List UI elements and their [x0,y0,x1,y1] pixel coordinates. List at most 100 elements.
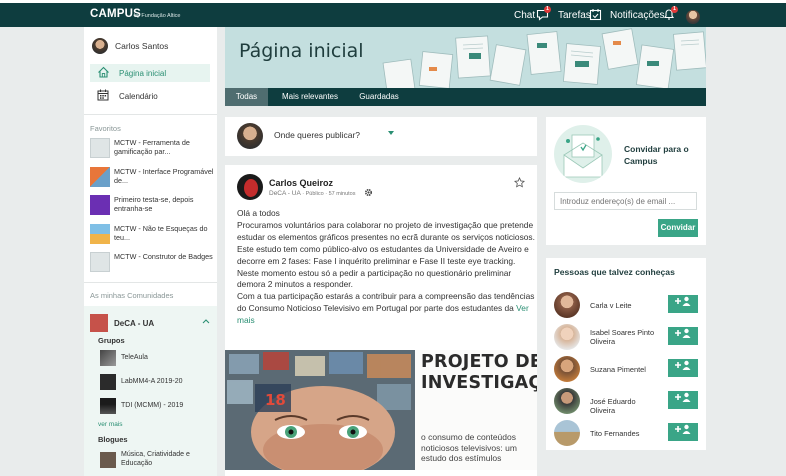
image-number: 18 [265,391,286,409]
poster-title: PROJETO DE INVESTIGAÇÃO [421,352,537,393]
post-author-name[interactable]: Carlos Queiroz [269,178,333,188]
sidebar-user-name: Carlos Santos [115,41,169,51]
chevron-up-icon[interactable] [202,317,210,326]
invite-button[interactable]: Convidar [658,219,698,237]
avatar[interactable] [554,388,580,414]
publish-target-select[interactable]: Onde queres publicar? [274,130,360,140]
group-thumbnail [100,374,116,390]
home-icon [96,66,110,81]
avatar[interactable] [554,420,580,446]
top-bar: CAMPUS by Fundação Altice Chat 1 Tarefas… [0,3,786,27]
blogs-heading: Blogues [98,435,128,444]
avatar[interactable] [554,292,580,318]
group-item[interactable]: TDI (MCMM) - 2019 [100,398,183,414]
post-meta: DeCA - UA · Público · 57 minutos [269,190,356,197]
divider [84,282,217,283]
favorite-thumbnail [90,252,110,272]
add-user-icon [675,392,691,402]
blog-thumbnail [100,451,116,468]
chevron-down-icon[interactable] [388,131,394,135]
person-name[interactable]: José Eduardo Oliveira [590,397,662,415]
add-friend-button[interactable] [668,295,698,313]
avatar [92,38,108,54]
chat-link[interactable]: Chat [514,10,535,21]
favorite-label: MCTW - Não te Esqueças do teu... [114,224,208,242]
tasks-link[interactable]: Tarefas [558,10,591,21]
invite-illustration [554,125,612,183]
add-user-icon [675,328,691,338]
gear-icon[interactable] [364,188,373,199]
poster-subtitle: o consumo de conteúdos noticiosos televi… [421,432,517,463]
person-name[interactable]: Tito Fernandes [590,429,662,438]
sidebar-item-calendar[interactable]: Calendário [90,87,210,105]
community-name: DeCA - UA [114,318,155,328]
person-name[interactable]: Isabel Soares Pinto Oliveira [590,328,662,346]
add-friend-button[interactable] [668,327,698,345]
sidebar-user[interactable]: Carlos Santos [92,38,168,54]
add-friend-button[interactable] [668,391,698,409]
community-item[interactable]: DeCA - UA [90,314,212,332]
add-friend-button[interactable] [668,359,698,377]
favorite-thumbnail [90,167,110,187]
group-item[interactable]: TeleAula [100,350,148,366]
person-suggestion: Carla v Leite [554,292,698,318]
favorites-heading: Favoritos [90,124,121,133]
invite-title: Convidar para o Campus [624,144,689,166]
post-greeting: Olá a todos [237,208,280,218]
favorite-item[interactable]: MCTW - Construtor de Badges [90,252,214,272]
groups-heading: Grupos [98,336,125,345]
invite-card: Convidar para o Campus Convidar [546,117,706,245]
tab-saved[interactable]: Guardadas [351,88,407,106]
post-card: Carlos Queiroz DeCA - UA · Público · 57 … [225,165,537,476]
tasks-icon[interactable] [589,8,602,21]
tab-all[interactable]: Todas [225,88,268,106]
post-time: 57 minutos [328,191,356,197]
favorite-thumbnail [90,138,110,158]
see-more-groups-link[interactable]: ver mais [98,421,123,428]
sidebar-item-home[interactable]: Página inicial [90,64,210,82]
add-user-icon [675,296,691,306]
post-text-continued: Com a tua participação estarás a contrib… [237,291,535,314]
blog-item[interactable]: Música, Criatividade e Educação [100,451,211,468]
person-name[interactable]: Suzana Pimentel [590,365,662,374]
favorite-label: MCTW - Ferramenta de gamificação par... [114,138,190,156]
favorite-item[interactable]: MCTW - Ferramenta de gamificação par... [90,138,214,158]
communities-heading: As minhas Comunidades [90,291,174,300]
post-image[interactable]: 18 PROJETO DE INVESTIGAÇÃO o consumo de … [225,350,537,470]
add-user-icon [675,424,691,434]
add-user-icon [675,360,691,370]
email-field[interactable] [554,192,697,210]
post-body: Olá a todos Procuramos voluntários para … [237,208,535,327]
sidebar-item-label: Página inicial [119,68,167,78]
person-suggestion: Isabel Soares Pinto Oliveira [554,324,698,350]
calendar-icon [96,89,110,104]
add-friend-button[interactable] [668,423,698,441]
post-community[interactable]: DeCA - UA [269,190,300,197]
person-suggestion: José Eduardo Oliveira [554,388,698,415]
avatar[interactable] [554,356,580,382]
avatar[interactable] [554,324,580,350]
favorite-item[interactable]: MCTW - Interface Programável de... [90,167,214,187]
brand-subtitle: by Fundação Altice [134,13,181,19]
favorite-item[interactable]: Primeiro testa-se, depois entranha-se [90,195,214,215]
group-label: TeleAula [121,353,148,361]
campus-page: CAMPUS by Fundação Altice Chat 1 Tarefas… [0,0,786,476]
person-name[interactable]: Carla v Leite [590,301,662,310]
blog-label: Música, Criatividade e Educação [121,451,190,467]
user-avatar[interactable] [686,10,700,24]
publish-box: Onde queres publicar? [225,117,537,156]
group-item[interactable]: LabMM4-A 2019-20 [100,374,182,390]
tab-most-relevant[interactable]: Mais relevantes [277,88,343,106]
left-sidebar: Carlos Santos Página inicial Calendário … [84,27,217,476]
group-thumbnail [100,350,116,366]
favorite-item[interactable]: MCTW - Não te Esqueças do teu... [90,224,214,244]
people-suggestions-title: Pessoas que talvez conheças [554,267,675,277]
post-visibility: Público [305,191,324,197]
star-icon[interactable] [513,176,526,191]
avatar [237,123,263,149]
feed-tabs: Todas Mais relevantes Guardadas [225,88,706,106]
notifications-link[interactable]: Notificações [610,10,664,21]
post-text: Procuramos voluntários para colaborar no… [237,219,535,290]
post-author-avatar[interactable] [237,174,263,200]
favorite-label: MCTW - Interface Programável de... [114,167,214,185]
